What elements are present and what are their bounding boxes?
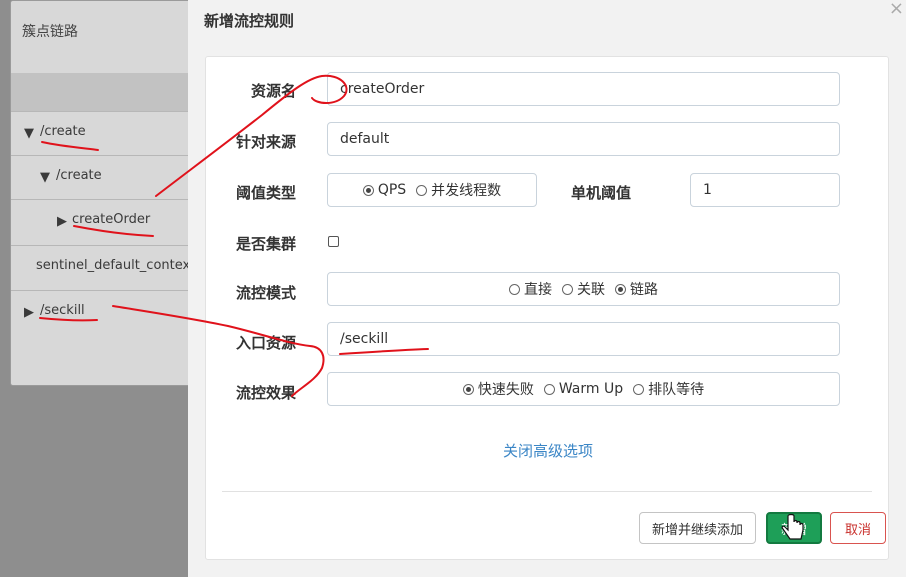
single-threshold-input[interactable]: 1 bbox=[690, 173, 840, 207]
tree-title: 簇点链路 bbox=[22, 24, 78, 40]
rule-form: 资源名 createOrder 针对来源 default 阈值类型 QPS 并发… bbox=[205, 56, 889, 560]
radio-fail-fast[interactable]: 快速失败 bbox=[462, 379, 534, 399]
threshold-type-label: 阈值类型 bbox=[235, 184, 296, 202]
tree-item-createorder[interactable]: ▶ createOrder bbox=[11, 199, 195, 243]
radio-dot-selected bbox=[462, 383, 474, 395]
radio-dot bbox=[562, 283, 573, 295]
mode-group: 直接 关联 链路 bbox=[327, 272, 840, 306]
tree-item-label: sentinel_default_context bbox=[36, 258, 196, 273]
radio-chain[interactable]: 链路 bbox=[615, 279, 658, 299]
mode-label: 流控模式 bbox=[235, 284, 296, 302]
cluster-checkbox[interactable] bbox=[328, 236, 339, 247]
radio-warm-up[interactable]: Warm Up bbox=[543, 381, 623, 397]
footer-divider bbox=[222, 491, 872, 492]
add-flow-rule-dialog: 新增流控规则 × 资源名 createOrder 针对来源 default 阈值… bbox=[188, 0, 906, 577]
entry-resource-label: 入口资源 bbox=[235, 334, 296, 352]
resource-tree-panel: 簇点链路 ▼ /create ▼ /create ▶ createOrder s… bbox=[10, 0, 196, 386]
tree-item-create-child[interactable]: ▼ /create bbox=[11, 155, 195, 199]
tree-item-create[interactable]: ▼ /create bbox=[11, 111, 195, 155]
toggle-advanced-link[interactable]: 关闭高级选项 bbox=[206, 440, 890, 461]
tree-item-label: /seckill bbox=[40, 303, 85, 318]
effect-label: 流控效果 bbox=[235, 384, 296, 402]
source-input[interactable]: default bbox=[327, 122, 840, 156]
radio-dot bbox=[416, 184, 428, 196]
tree-item-default-context[interactable]: sentinel_default_context bbox=[11, 245, 195, 289]
tree-item-label: createOrder bbox=[72, 212, 151, 227]
radio-dot bbox=[509, 283, 520, 295]
threshold-type-group: QPS 并发线程数 bbox=[327, 173, 537, 207]
radio-dot-selected bbox=[615, 283, 626, 295]
entry-resource-input[interactable]: /seckill bbox=[327, 322, 840, 356]
resource-input[interactable]: createOrder bbox=[327, 72, 840, 106]
resource-label: 资源名 bbox=[250, 82, 296, 100]
tree-item-label: /create bbox=[40, 124, 86, 139]
radio-threads[interactable]: 并发线程数 bbox=[416, 180, 501, 200]
tree-item-seckill[interactable]: ▶ /seckill bbox=[11, 290, 195, 334]
radio-queue[interactable]: 排队等待 bbox=[633, 379, 704, 399]
collapse-icon[interactable]: ▶ bbox=[24, 305, 34, 320]
radio-related[interactable]: 关联 bbox=[562, 279, 605, 299]
radio-qps[interactable]: QPS bbox=[362, 182, 406, 198]
collapse-icon[interactable]: ▶ bbox=[57, 214, 67, 229]
cancel-button[interactable]: 取消 bbox=[830, 512, 886, 544]
close-icon[interactable]: × bbox=[889, 0, 904, 19]
dialog-title: 新增流控规则 bbox=[204, 12, 295, 30]
effect-group: 快速失败 Warm Up 排队等待 bbox=[327, 372, 840, 406]
add-button[interactable]: 新增 bbox=[766, 512, 822, 544]
radio-dot bbox=[543, 383, 555, 395]
cluster-label: 是否集群 bbox=[235, 235, 296, 253]
radio-dot bbox=[633, 383, 645, 395]
expand-icon[interactable]: ▼ bbox=[40, 170, 50, 185]
tree-item-label: /create bbox=[56, 168, 102, 183]
source-label: 针对来源 bbox=[235, 133, 296, 151]
radio-direct[interactable]: 直接 bbox=[509, 279, 552, 299]
tree-header-strip bbox=[11, 73, 195, 111]
radio-dot-selected bbox=[362, 184, 374, 196]
add-and-continue-button[interactable]: 新增并继续添加 bbox=[639, 512, 756, 544]
single-threshold-label: 单机阈值 bbox=[571, 184, 632, 202]
expand-icon[interactable]: ▼ bbox=[24, 126, 34, 141]
